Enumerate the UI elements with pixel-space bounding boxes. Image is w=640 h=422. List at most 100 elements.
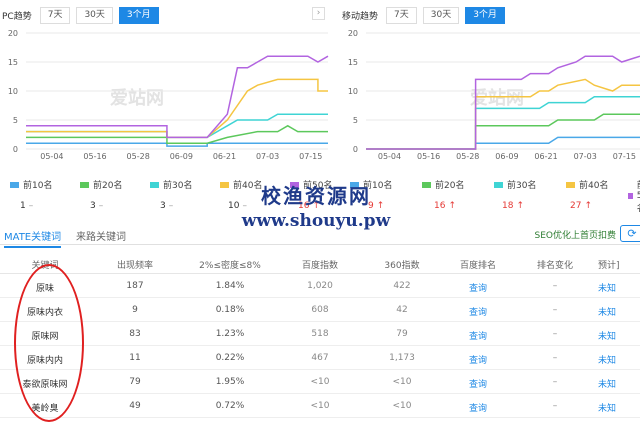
mobile-legend-item[interactable]: 前50名	[628, 178, 640, 214]
series-line	[366, 96, 640, 150]
x-tick-label: 06-09	[170, 152, 193, 161]
col-baidu-index: 百度指数	[301, 261, 338, 271]
legend-label: 前20名	[435, 181, 465, 191]
y-tick-label: 0	[13, 145, 18, 154]
pc-legend-item[interactable]: 前30名	[150, 178, 192, 191]
query-rank-link[interactable]: 查询	[448, 305, 508, 318]
y-tick-label: 0	[353, 145, 358, 154]
x-tick-label: 06-09	[495, 152, 518, 161]
trend-arrow-icon: –	[168, 201, 174, 211]
mobile-legend-item[interactable]: 前30名	[494, 178, 536, 191]
cell-freq: 187	[126, 281, 144, 291]
cell-change: –	[552, 401, 558, 411]
cell-change: –	[552, 353, 558, 363]
cell-baidu: 467	[311, 353, 329, 363]
cell-baidu: <10	[310, 401, 330, 411]
col-estimate: 预计]	[598, 261, 620, 271]
cell-density: 1.84%	[215, 281, 245, 291]
estimate-link[interactable]: 未知	[598, 353, 640, 366]
estimate-link[interactable]: 未知	[598, 401, 640, 414]
cell-density: 0.72%	[215, 401, 245, 411]
legend-swatch	[220, 181, 229, 188]
series-line	[366, 78, 640, 150]
col-360-index: 360指数	[384, 261, 420, 271]
legend-label: 前30名	[163, 181, 193, 191]
y-tick-label: 15	[348, 58, 358, 67]
x-tick-label: 05-16	[83, 152, 106, 161]
cell-density: 0.18%	[215, 305, 245, 315]
pc-rank-count: 1–	[20, 201, 33, 211]
col-frequency: 出现频率	[116, 261, 153, 271]
site-watermark: 校渔资源网 www.shouyu.pw	[236, 180, 396, 231]
refresh-icon[interactable]: ⟳	[620, 225, 640, 242]
query-rank-link[interactable]: 查询	[448, 329, 508, 342]
query-rank-link[interactable]: 查询	[448, 281, 508, 294]
legend-label: 前10名	[23, 181, 53, 191]
col-baidu-rank: 百度排名	[459, 261, 496, 271]
query-rank-link[interactable]: 查询	[448, 377, 508, 390]
y-tick-label: 15	[8, 58, 18, 67]
seo-optimize-link[interactable]: SEO优化上首页扣费	[535, 228, 616, 241]
legend-label: 前20名	[93, 181, 123, 191]
rank-count-value: 18	[502, 201, 514, 211]
cell-freq: 79	[129, 377, 141, 387]
cell-freq: 49	[129, 401, 141, 411]
tab-source-keywords[interactable]: 来路关键词	[76, 228, 126, 243]
x-tick-label: 07-03	[574, 152, 597, 161]
x-tick-label: 07-03	[256, 152, 279, 161]
trend-up-icon: ↑	[584, 201, 592, 211]
mobile-rank-count: 16 ↑	[434, 201, 456, 211]
cell-baidu: <10	[310, 377, 330, 387]
table-row: 原味内内 11 0.22% 467 1,173 查询 – 未知	[0, 346, 640, 370]
watermark-title: 校渔资源网	[261, 184, 371, 208]
table-row: 美岭臭 49 0.72% <10 <10 查询 – 未知	[0, 394, 640, 418]
cell-baidu: 518	[311, 329, 329, 339]
y-tick-label: 5	[353, 116, 358, 125]
cell-so360: 79	[396, 329, 408, 339]
estimate-link[interactable]: 未知	[598, 329, 640, 342]
mobile-legend-item[interactable]: 前20名	[422, 178, 464, 191]
table-row: 原味内衣 9 0.18% 608 42 查询 – 未知	[0, 298, 640, 322]
pc-legend-item[interactable]: 前20名	[80, 178, 122, 191]
table-row: 原味 187 1.84% 1,020 422 查询 – 未知	[0, 274, 640, 298]
x-tick-label: 07-15	[299, 152, 322, 161]
series-line	[26, 55, 329, 139]
cell-change: –	[552, 305, 558, 315]
trend-up-icon: ↑	[516, 201, 524, 211]
col-rank-change: 排名变化	[536, 261, 573, 271]
x-tick-label: 05-28	[127, 152, 150, 161]
cell-so360: <10	[392, 377, 412, 387]
keyword-tabs: MATE关键词 来路关键词 SEO优化上首页扣费 ⟳	[0, 225, 640, 248]
rank-count-value: 27	[570, 201, 582, 211]
rank-count-value: 1	[20, 201, 26, 211]
estimate-link[interactable]: 未知	[598, 281, 640, 294]
legend-swatch	[422, 181, 431, 188]
cell-freq: 83	[129, 329, 141, 339]
tab-mate-keywords[interactable]: MATE关键词	[4, 228, 62, 248]
mobile-legend-item[interactable]: 前40名	[566, 178, 608, 191]
series-line	[366, 136, 640, 150]
query-rank-link[interactable]: 查询	[448, 353, 508, 366]
cell-so360: 1,173	[389, 353, 415, 363]
y-tick-label: 20	[8, 29, 18, 38]
cell-density: 1.23%	[215, 329, 245, 339]
trend-arrow-icon: –	[98, 201, 104, 211]
keyword-table-header: 关键词 出现频率 2%≤密度≤8% 百度指数 360指数 百度排名 排名变化 预…	[0, 252, 640, 274]
cell-change: –	[552, 329, 558, 339]
trend-arrow-icon: –	[28, 201, 34, 211]
estimate-link[interactable]: 未知	[598, 377, 640, 390]
col-density: 2%≤密度≤8%	[199, 261, 261, 271]
pc-legend-item[interactable]: 前10名	[10, 178, 52, 191]
pc-rank-count: 3–	[90, 201, 103, 211]
legend-swatch	[10, 181, 19, 188]
x-tick-label: 05-04	[40, 152, 63, 161]
table-row: 原味网 83 1.23% 518 79 查询 – 未知	[0, 322, 640, 346]
query-rank-link[interactable]: 查询	[448, 401, 508, 414]
series-line	[26, 124, 328, 144]
cell-freq: 9	[132, 305, 138, 315]
mobile-rank-count: 27 ↑	[570, 201, 592, 211]
table-row: 泰欲原味网 79 1.95% <10 <10 查询 – 未知	[0, 370, 640, 394]
estimate-link[interactable]: 未知	[598, 305, 640, 318]
cell-baidu: 608	[311, 305, 329, 315]
x-tick-label: 05-16	[417, 152, 440, 161]
